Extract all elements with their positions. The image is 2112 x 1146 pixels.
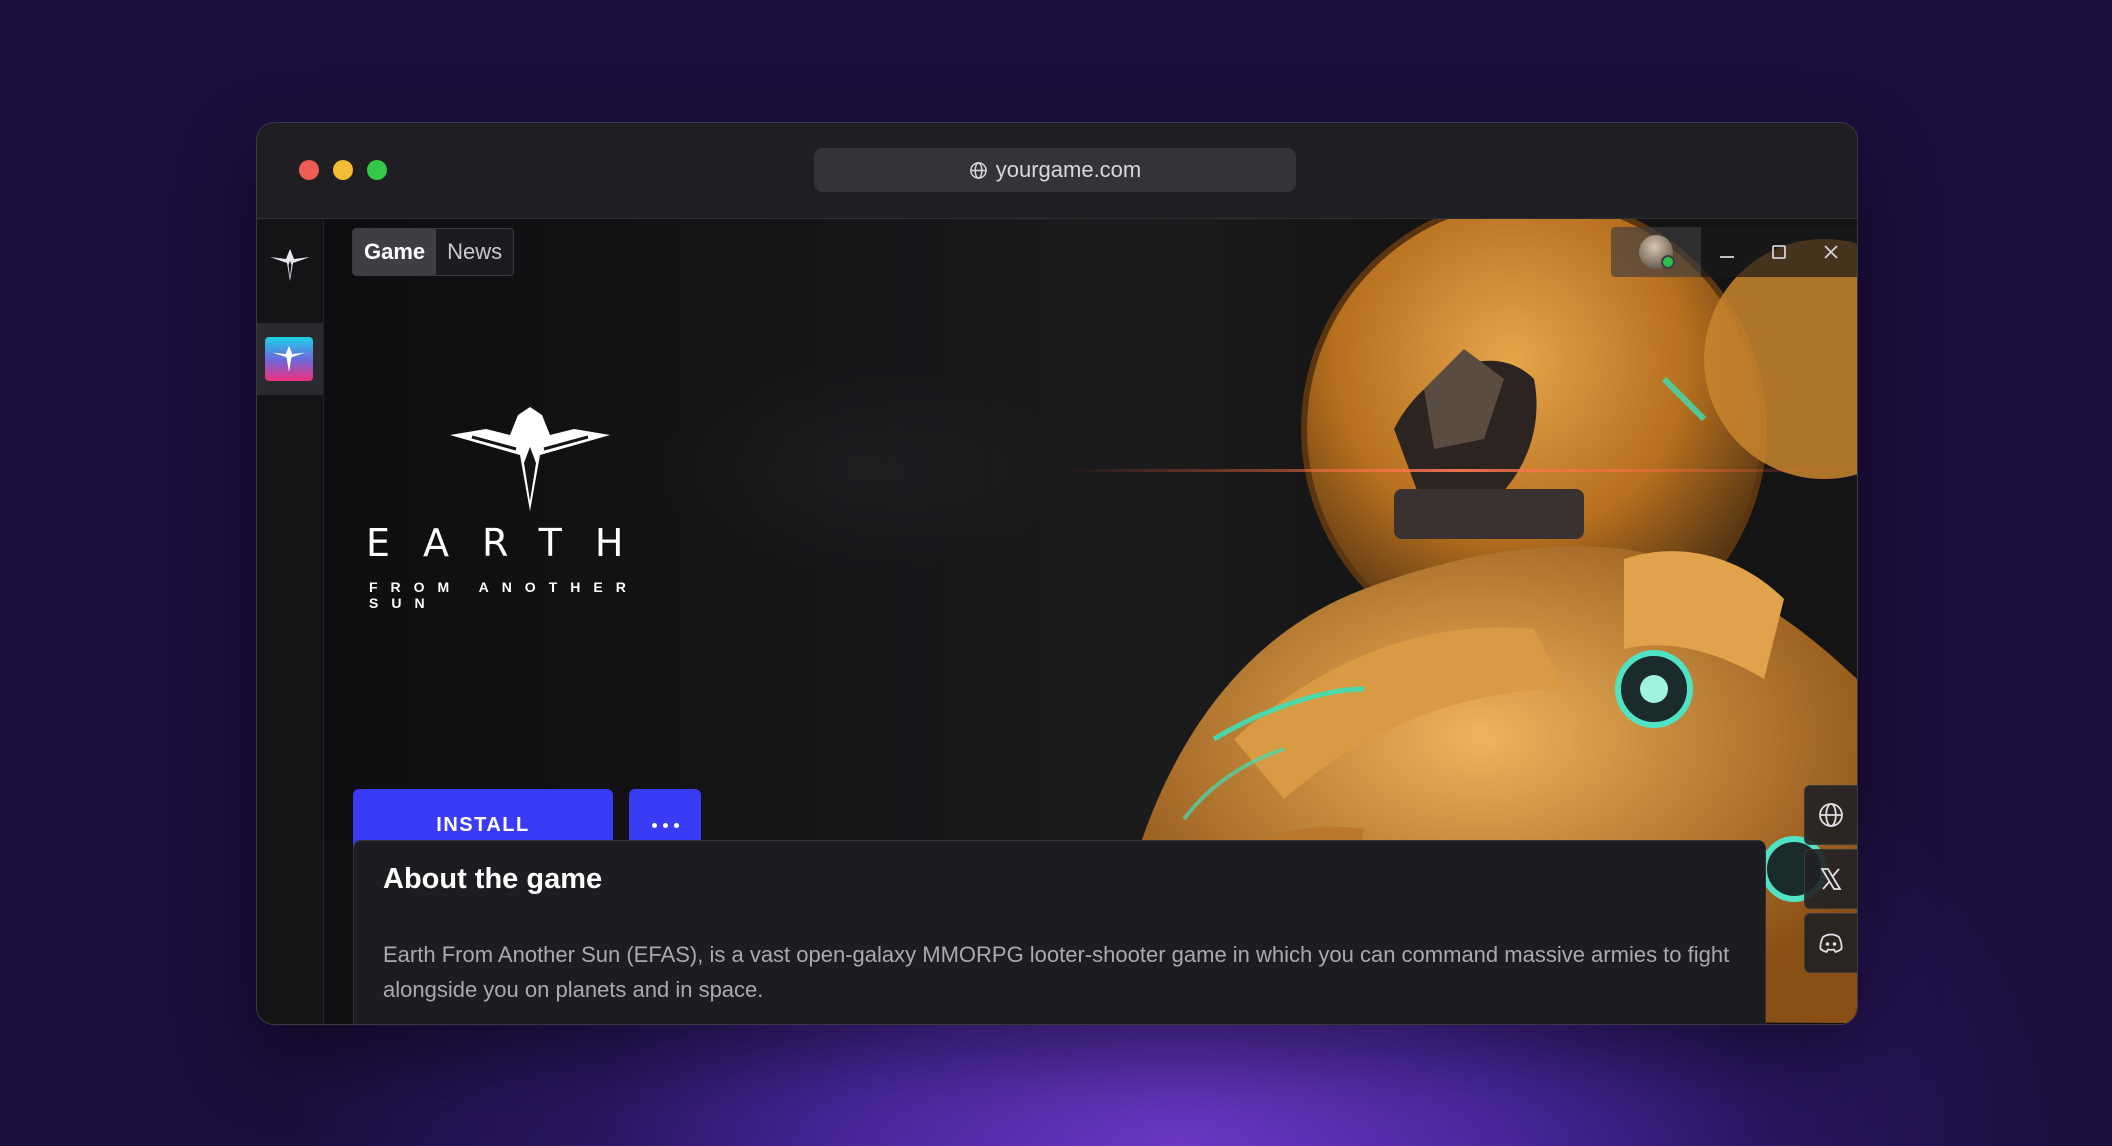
- x-icon: [1820, 868, 1842, 890]
- about-panel: About the game Earth From Another Sun (E…: [353, 840, 1766, 1024]
- wing-logo-icon[interactable]: [268, 247, 312, 283]
- game-logo: EARTH FROM ANOTHER SUN: [366, 405, 711, 611]
- window-controls: [1611, 227, 1857, 277]
- ellipsis-icon: [651, 822, 657, 828]
- globe-icon: [1819, 803, 1843, 827]
- browser-titlebar: yourgame.com: [257, 123, 1857, 219]
- content-tabs: Game News: [352, 228, 515, 276]
- maximize-icon: [1772, 245, 1786, 259]
- globe-icon: [969, 161, 987, 179]
- address-bar[interactable]: yourgame.com: [814, 148, 1296, 192]
- discord-link[interactable]: [1804, 913, 1857, 973]
- about-description: Earth From Another Sun (EFAS), is a vast…: [383, 942, 1730, 1002]
- game-title: EARTH: [366, 521, 657, 565]
- online-status-dot: [1661, 255, 1675, 269]
- x-link[interactable]: [1804, 849, 1857, 909]
- maximize-button[interactable]: [1753, 227, 1805, 277]
- launcher-sidebar: [257, 219, 324, 1024]
- sidebar-item-efas[interactable]: [257, 323, 323, 395]
- avatar: [1639, 235, 1675, 269]
- game-subtitle: FROM ANOTHER SUN: [369, 579, 639, 611]
- game-thumbnail: [265, 337, 313, 381]
- url-text: yourgame.com: [995, 157, 1142, 182]
- tab-news[interactable]: News: [436, 229, 513, 275]
- efas-emblem-icon: [450, 407, 610, 511]
- minimize-window-button[interactable]: [333, 160, 353, 180]
- account-button[interactable]: [1611, 227, 1701, 277]
- ellipsis-dot: [673, 822, 679, 828]
- zoom-window-button[interactable]: [367, 160, 387, 180]
- website-link[interactable]: [1804, 785, 1857, 845]
- minimize-icon: [1720, 256, 1734, 258]
- ellipsis-dot: [662, 822, 668, 828]
- close-window-button[interactable]: [299, 160, 319, 180]
- discord-icon: [1819, 933, 1843, 954]
- close-button[interactable]: [1805, 227, 1857, 277]
- minimize-button[interactable]: [1701, 227, 1753, 277]
- about-heading: About the game: [383, 863, 603, 895]
- tab-game[interactable]: Game: [353, 229, 437, 275]
- launcher-content: Game News EARTH FROM ANOTHER SUN INSTALL…: [324, 219, 1857, 1024]
- browser-window: yourgame.com Game News EARTH FROM ANOTHE…: [256, 122, 1858, 1025]
- close-icon: [1824, 245, 1838, 259]
- wing-logo-icon: [272, 345, 306, 373]
